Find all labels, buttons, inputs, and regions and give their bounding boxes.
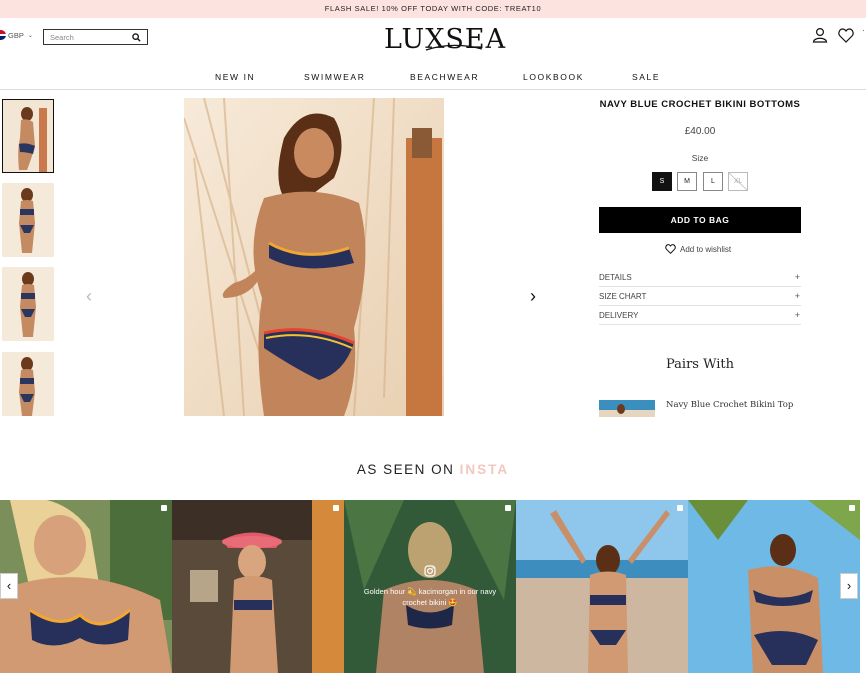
carousel-next-button[interactable]: › — [840, 573, 858, 599]
product-title: NAVY BLUE CROCHET BIKINI BOTTOMS — [599, 99, 801, 110]
instagram-post-image — [688, 500, 860, 673]
search-icon[interactable] — [132, 33, 141, 42]
instagram-post-image — [0, 500, 172, 673]
search-input[interactable]: Search — [43, 29, 148, 45]
insta-title-accent: INSTA — [459, 462, 510, 477]
currency-selector[interactable]: GBP ⌄ — [0, 30, 33, 40]
accordion-label: DETAILS — [599, 273, 632, 282]
product-thumbnail[interactable] — [2, 183, 54, 257]
post-type-icon — [333, 505, 339, 511]
nav-beachwear[interactable]: BEACHWEAR — [410, 72, 479, 82]
instagram-post-image — [516, 500, 688, 673]
accordion-label: SIZE CHART — [599, 292, 647, 301]
instagram-post[interactable] — [0, 500, 172, 673]
accordion-details[interactable]: DETAILS + — [599, 268, 801, 287]
site-logo[interactable]: LUXSEA — [384, 24, 505, 56]
size-option-l[interactable]: L — [703, 172, 723, 191]
instagram-post-hover[interactable]: Golden hour 💫 kacimorgan in our navy cro… — [344, 500, 516, 673]
pairs-with-product-name[interactable]: Navy Blue Crochet Bikini Top — [666, 400, 793, 410]
currency-label: GBP — [8, 30, 24, 40]
product-thumbnail[interactable] — [2, 99, 54, 173]
instagram-caption: Golden hour 💫 kacimorgan in our navy cro… — [363, 586, 497, 607]
add-to-bag-button[interactable]: ADD TO BAG — [599, 207, 801, 233]
plus-icon: + — [794, 291, 800, 301]
logo-swoosh-icon — [425, 44, 483, 51]
heart-icon — [665, 244, 676, 254]
size-option-xl[interactable]: XL — [728, 172, 748, 191]
wishlist-label: Add to wishlist — [680, 244, 732, 254]
instagram-icon — [424, 565, 436, 577]
size-option-m[interactable]: M — [677, 172, 697, 191]
pairs-with-thumbnail[interactable] — [599, 400, 655, 417]
main-image-graphic — [184, 98, 444, 416]
prev-image-arrow-icon[interactable]: ‹ — [86, 287, 92, 305]
plus-icon: + — [794, 310, 800, 320]
product-thumbnail[interactable] — [2, 352, 54, 416]
thumbnail-image — [2, 267, 54, 341]
nav-swimwear[interactable]: SWIMWEAR — [304, 72, 365, 82]
size-label: Size — [691, 153, 709, 163]
thumbnail-image — [2, 352, 54, 416]
uk-flag-icon — [0, 30, 6, 40]
nav-new-in[interactable]: NEW IN — [215, 72, 255, 82]
instagram-post[interactable] — [688, 500, 860, 673]
pairs-with-title: Pairs With — [666, 357, 734, 372]
account-icon[interactable] — [812, 27, 828, 43]
carousel-prev-button[interactable]: ‹ — [0, 573, 18, 599]
nav-divider — [0, 89, 866, 90]
post-type-icon — [849, 505, 855, 511]
instagram-post-image — [172, 500, 344, 673]
thumbnail-image — [3, 100, 53, 172]
accordion-size-chart[interactable]: SIZE CHART + — [599, 287, 801, 306]
thumbnail-image — [2, 183, 54, 257]
insta-title-prefix: AS SEEN ON — [356, 462, 455, 477]
accordion-delivery[interactable]: DELIVERY + — [599, 306, 801, 325]
plus-icon: + — [794, 272, 800, 282]
promo-text: FLASH SALE! 10% OFF TODAY WITH CODE: TRE… — [324, 4, 542, 13]
instagram-post[interactable] — [172, 500, 344, 673]
product-price: £40.00 — [684, 126, 716, 137]
chevron-down-icon: ⌄ — [27, 32, 33, 39]
post-type-icon — [505, 505, 511, 511]
promo-banner: FLASH SALE! 10% OFF TODAY WITH CODE: TRE… — [0, 0, 866, 18]
size-option-s[interactable]: S — [652, 172, 672, 191]
site-header: GBP ⌄ Search LUXSEA · — [0, 18, 866, 60]
wishlist-heart-icon[interactable] — [838, 28, 854, 43]
instagram-post[interactable] — [516, 500, 688, 673]
bag-icon[interactable]: · — [862, 26, 865, 35]
add-to-wishlist-link[interactable]: Add to wishlist — [665, 244, 731, 254]
product-thumbnail[interactable] — [2, 267, 54, 341]
pair-thumbnail-image — [599, 400, 655, 417]
main-nav: NEW IN SWIMWEAR BEACHWEAR LOOKBOOK SALE — [0, 66, 866, 88]
post-type-icon — [161, 505, 167, 511]
accordion-label: DELIVERY — [599, 311, 639, 320]
insta-section-title: AS SEEN ON INSTA — [0, 462, 866, 477]
search-placeholder: Search — [50, 33, 74, 42]
nav-sale[interactable]: SALE — [632, 72, 660, 82]
instagram-hover-overlay: Golden hour 💫 kacimorgan in our navy cro… — [344, 500, 516, 673]
main-product-image — [184, 98, 444, 416]
nav-lookbook[interactable]: LOOKBOOK — [523, 72, 584, 82]
post-type-icon — [677, 505, 683, 511]
next-image-arrow-icon[interactable]: › — [530, 287, 536, 305]
